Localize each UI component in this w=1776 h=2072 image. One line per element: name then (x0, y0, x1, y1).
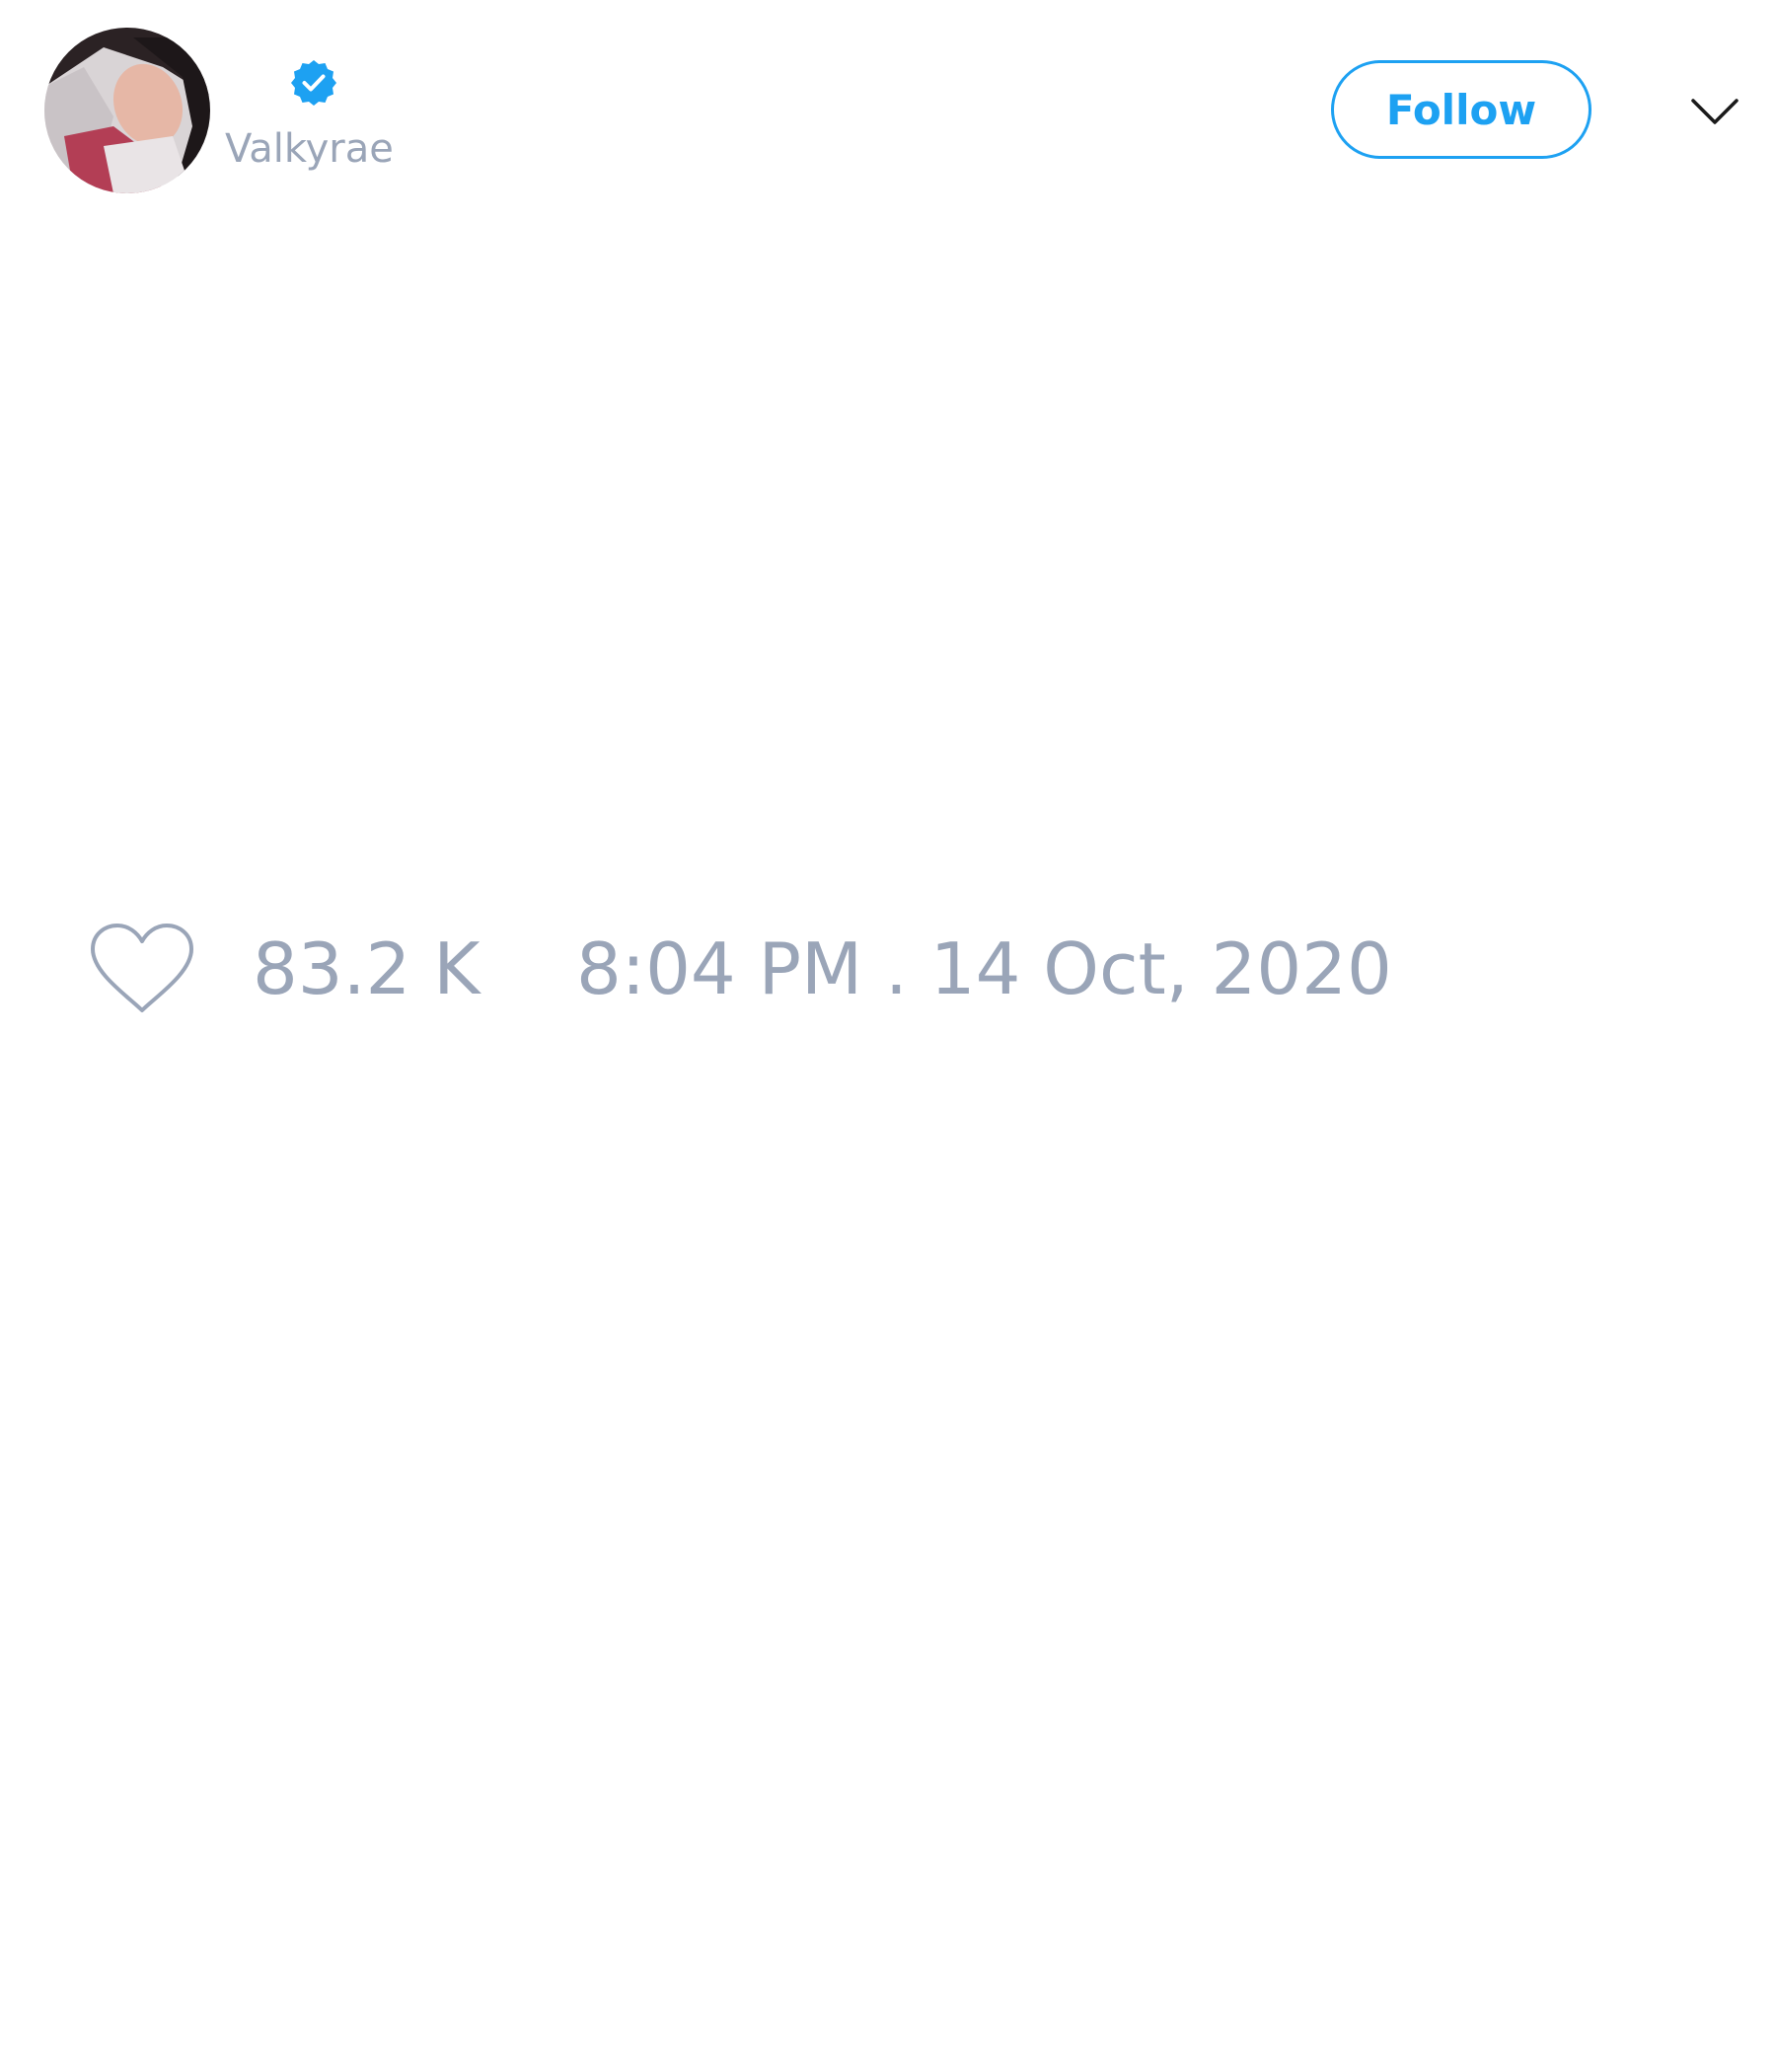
tweet-timestamp[interactable]: 8:04 PM . 14 Oct, 2020 (576, 927, 1392, 1010)
author-handle[interactable]: Valkyrae (225, 125, 394, 173)
heart-icon[interactable] (89, 922, 195, 1016)
tweet-card: Valkyrae Follow 83.2 K 8:04 PM . 14 Oct,… (0, 0, 1776, 2072)
avatar[interactable] (44, 28, 210, 193)
follow-button[interactable]: Follow (1331, 60, 1591, 159)
chevron-down-icon[interactable] (1689, 87, 1740, 136)
avatar-image (44, 28, 210, 193)
like-count: 83.2 K (253, 927, 481, 1010)
verified-badge-icon (290, 58, 337, 106)
